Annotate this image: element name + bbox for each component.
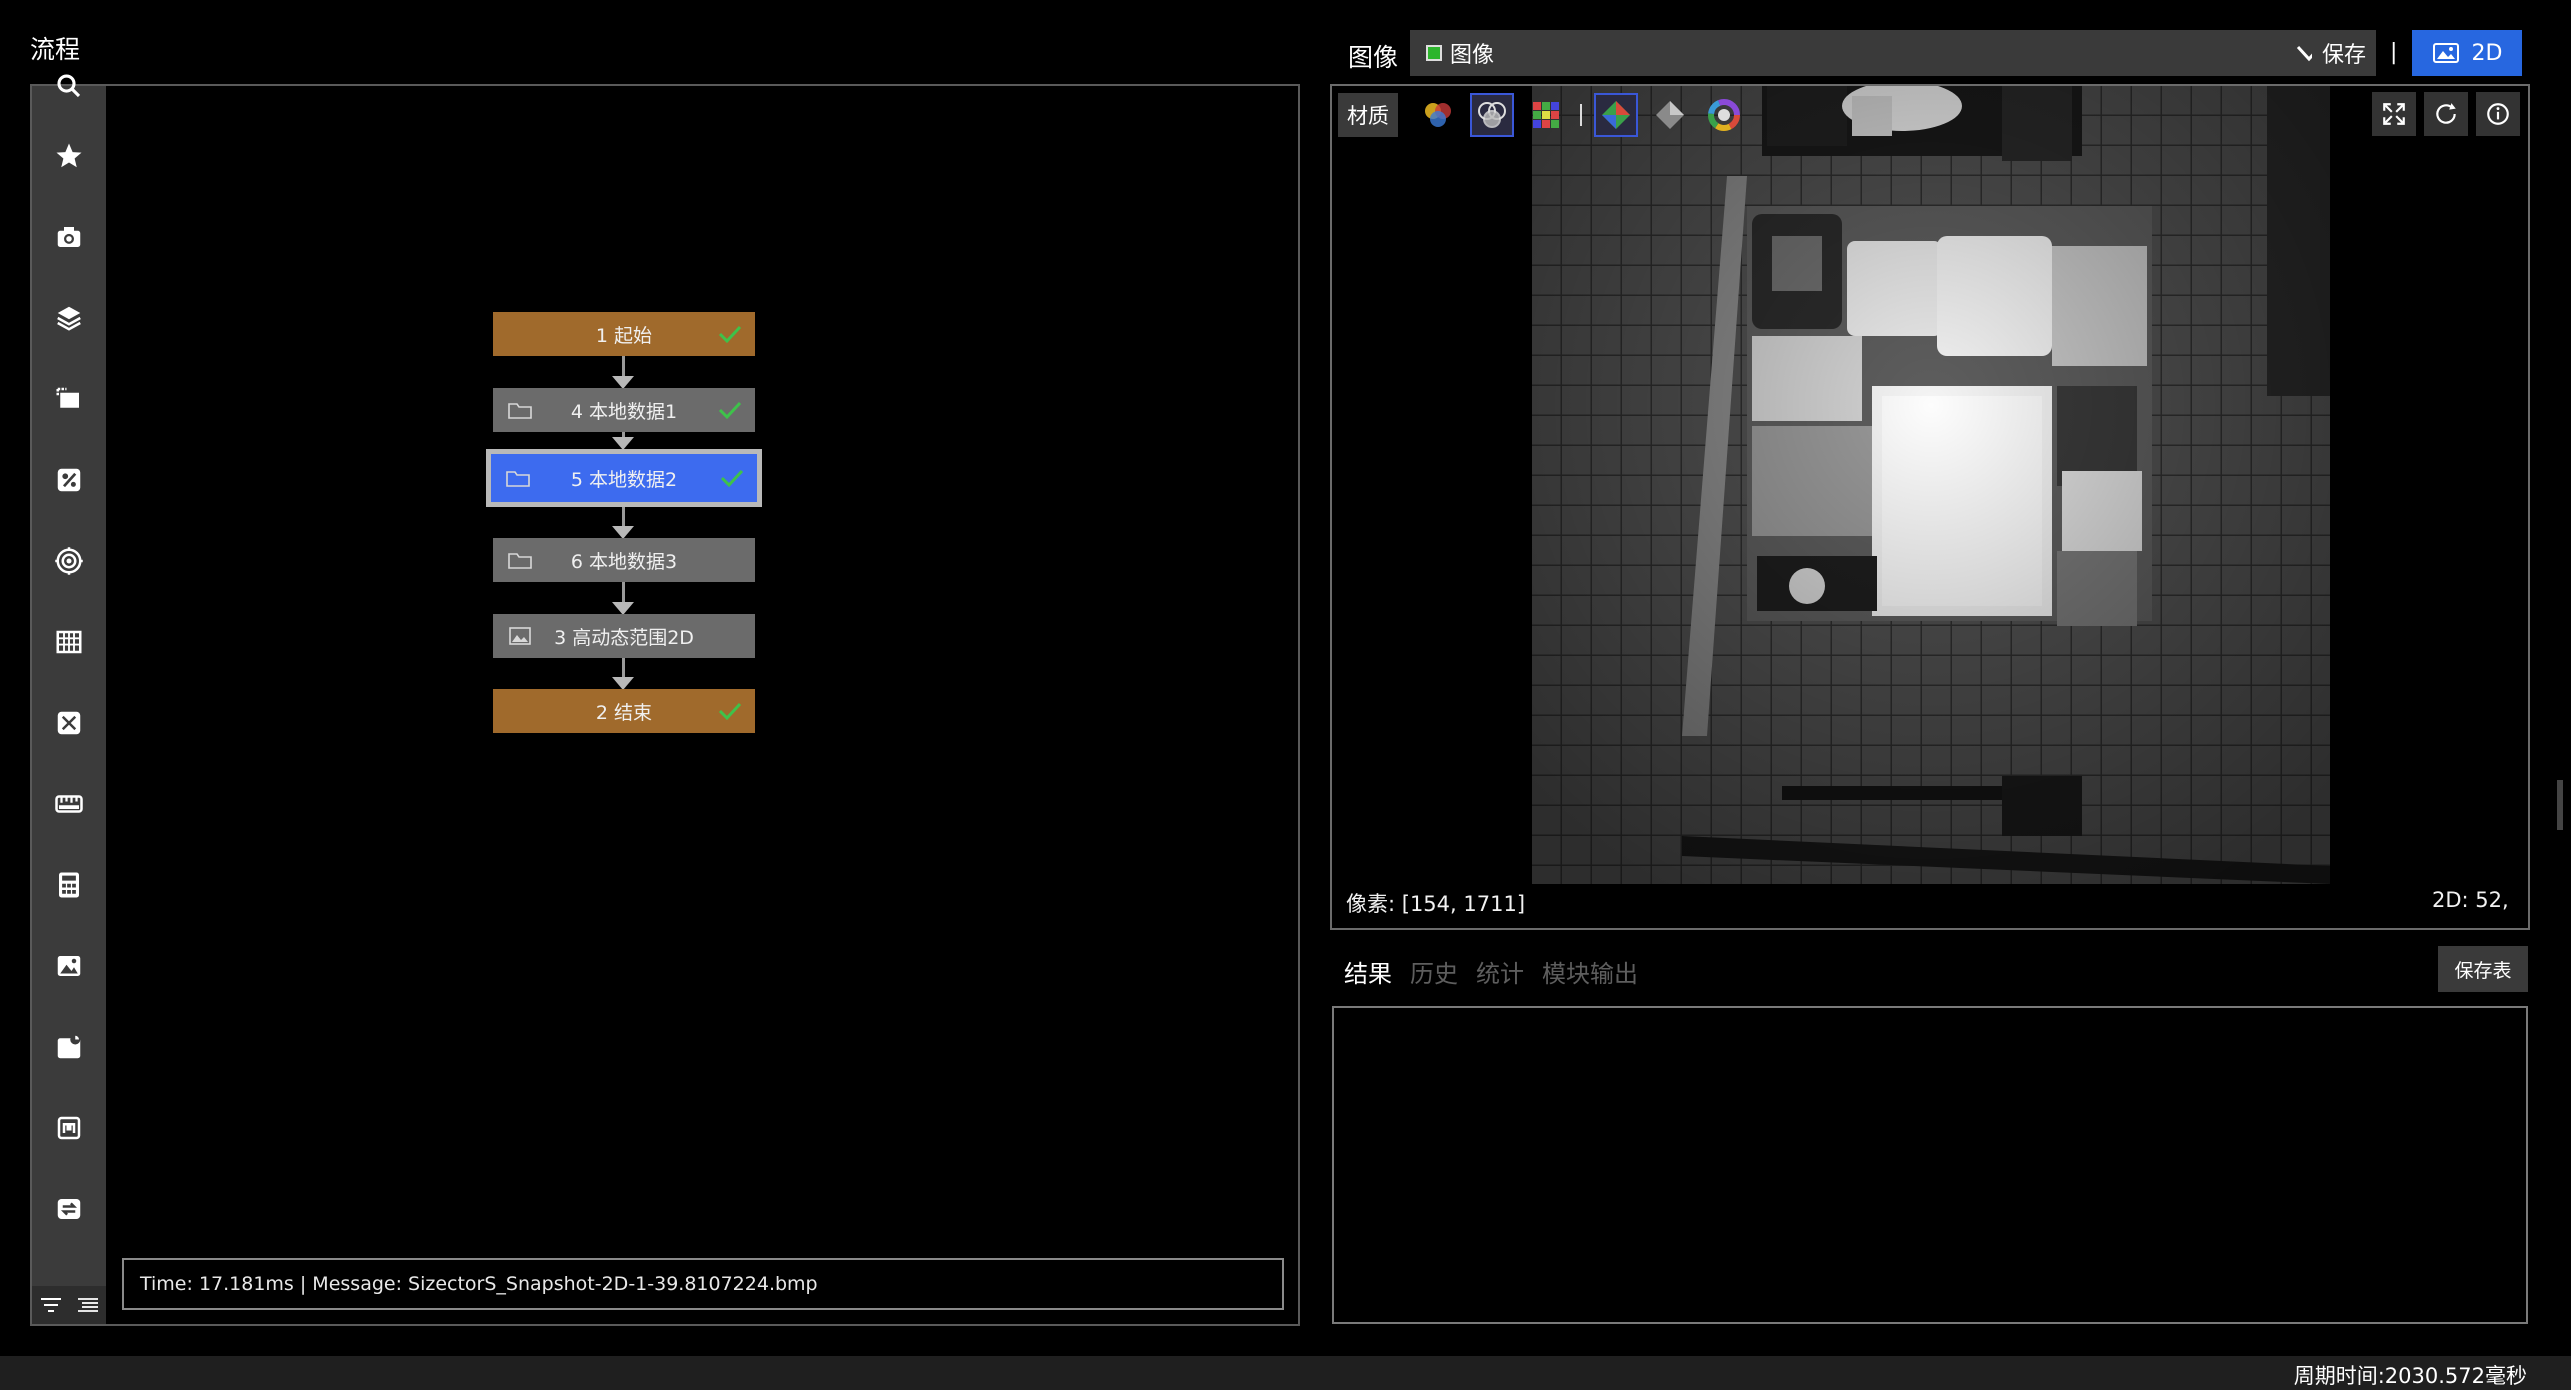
save-button[interactable]: 保存 — [2312, 30, 2376, 76]
gray-channels-icon[interactable] — [1470, 93, 1514, 137]
toolbar-footer — [32, 1286, 106, 1324]
tab-statistics[interactable]: 统计 — [1476, 954, 1524, 989]
save-table-button[interactable]: 保存表 — [2438, 946, 2528, 992]
tool-sidebar — [32, 74, 106, 1324]
flow-node[interactable]: 4 本地数据1 — [493, 388, 755, 432]
camera-image[interactable] — [1532, 86, 2330, 884]
flow-node[interactable]: 3 高动态范围2D — [493, 614, 755, 658]
picture-icon[interactable] — [32, 936, 106, 996]
pixel-coordinate-readout: 像素: [154, 1711] — [1346, 892, 1526, 916]
clip-icon[interactable] — [32, 369, 106, 429]
flow-node[interactable]: 1 起始 — [493, 312, 755, 356]
flow-node-label: 4 本地数据1 — [570, 400, 678, 423]
tab-history[interactable]: 历史 — [1410, 954, 1458, 989]
camera-icon[interactable] — [32, 207, 106, 267]
fullscreen-icon[interactable] — [2372, 92, 2416, 136]
flow-node-label: 1 起始 — [595, 324, 653, 347]
flow-node-label: 3 高动态范围2D — [554, 626, 694, 649]
view-2d-label: 2D — [2471, 40, 2503, 66]
viewer-toolbar-separator — [1580, 104, 1582, 126]
cycle-time: 周期时间:2030.572毫秒 — [2293, 1364, 2527, 1388]
right-scroll-handle[interactable] — [2557, 780, 2563, 830]
grid-icon[interactable] — [32, 612, 106, 672]
color-wheel-icon[interactable] — [1702, 93, 1746, 137]
layers-icon[interactable] — [32, 288, 106, 348]
results-tabs: 结果 历史 统计 模块输出 — [1344, 954, 1638, 989]
flow-node[interactable]: 2 结束 — [493, 689, 755, 733]
status-message: Time: 17.181ms | Message: SizectorS_Snap… — [122, 1258, 1284, 1310]
flow-connector — [622, 356, 625, 378]
folder-icon — [506, 471, 530, 487]
star-icon[interactable] — [32, 126, 106, 186]
check-icon — [720, 469, 744, 488]
check-icon — [718, 325, 742, 344]
ruler-icon[interactable] — [32, 774, 106, 834]
pixel-value-readout: 2D: 52, — [2432, 888, 2509, 912]
image-panel-title: 图像 — [1348, 43, 1399, 72]
color-surface-icon[interactable] — [1594, 93, 1638, 137]
search-icon[interactable] — [32, 56, 106, 116]
tag-icon[interactable] — [32, 450, 106, 510]
flow-node-label: 2 结束 — [595, 701, 653, 724]
chart-icon[interactable] — [32, 1017, 106, 1077]
gray-surface-icon[interactable] — [1648, 93, 1692, 137]
measure-icon[interactable] — [32, 693, 106, 753]
rgb-channels-icon[interactable] — [1416, 93, 1460, 137]
tab-module-output[interactable]: 模块输出 — [1542, 954, 1638, 989]
calculator-icon[interactable] — [32, 855, 106, 915]
results-table[interactable] — [1332, 1006, 2528, 1324]
flow-connector — [622, 582, 625, 604]
image-icon — [2432, 43, 2459, 63]
image-source-value: 图像 — [1450, 43, 1495, 68]
check-icon — [718, 702, 742, 721]
exchange-icon[interactable] — [32, 1179, 106, 1239]
flow-connector — [622, 658, 625, 679]
tab-results[interactable]: 结果 — [1344, 954, 1392, 989]
view-2d-button[interactable]: 2D — [2412, 30, 2522, 76]
list-icon[interactable] — [76, 1295, 100, 1315]
status-bar — [0, 1356, 2571, 1390]
info-icon[interactable] — [2476, 92, 2520, 136]
color-grid-icon[interactable] — [1524, 93, 1568, 137]
filter-icon[interactable] — [39, 1295, 63, 1315]
image-source-color-icon — [1426, 45, 1442, 61]
viewer-toolbar: 材质 — [1338, 92, 1746, 138]
image-icon — [509, 627, 531, 645]
folder-icon — [508, 403, 532, 419]
viewer-right-toolbar — [2372, 92, 2520, 136]
check-icon — [718, 401, 742, 420]
flow-connector — [622, 507, 625, 528]
robot-icon[interactable] — [32, 1098, 106, 1158]
flow-node[interactable]: 5 本地数据2 — [486, 449, 762, 507]
toolbar-separator: | — [2390, 40, 2398, 65]
material-button[interactable]: 材质 — [1338, 93, 1398, 137]
flow-node[interactable]: 6 本地数据3 — [493, 538, 755, 582]
target-icon[interactable] — [32, 531, 106, 591]
refresh-icon[interactable] — [2424, 92, 2468, 136]
image-source-select[interactable]: 图像 — [1410, 30, 2342, 76]
flow-node-label: 6 本地数据3 — [570, 550, 678, 573]
flow-node-label: 5 本地数据2 — [570, 468, 678, 491]
folder-icon — [508, 553, 532, 569]
